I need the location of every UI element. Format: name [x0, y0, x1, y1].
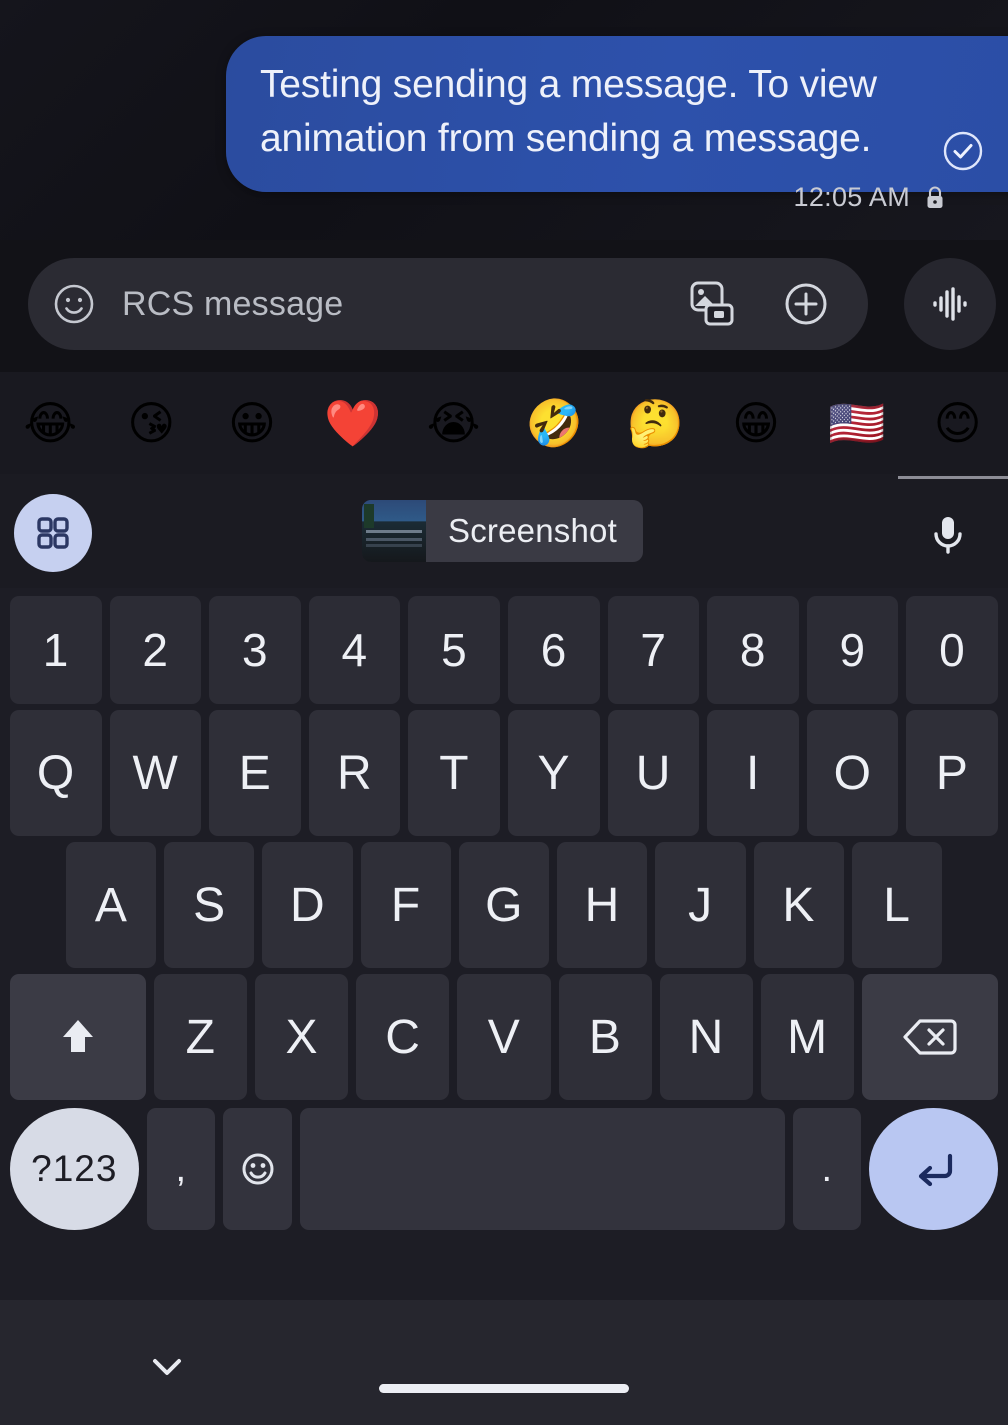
- message-row: Testing sending a message. To view anima…: [0, 0, 1008, 192]
- key-7[interactable]: 7: [607, 596, 700, 704]
- key-2[interactable]: 2: [109, 596, 202, 704]
- shift-arrow-icon: [52, 1011, 104, 1063]
- key-1[interactable]: 1: [10, 596, 102, 704]
- smiley-face-icon[interactable]: [50, 280, 98, 328]
- emoji-loudly-crying-face[interactable]: 😭: [403, 400, 504, 446]
- clipboard-suggestion-chip[interactable]: Screenshot: [362, 500, 643, 562]
- emoji-face-blowing-a-kiss[interactable]: 😘: [101, 400, 202, 446]
- enter-key[interactable]: [869, 1108, 998, 1230]
- dismiss-keyboard-button[interactable]: [145, 1352, 189, 1382]
- virtual-keyboard: 1 2 3 4 5 6 7 8 9 0 Q W E R T Y U I O P …: [0, 588, 1008, 1300]
- messaging-app-screen: Testing sending a message. To view anima…: [0, 0, 1008, 1425]
- key-5[interactable]: 5: [408, 596, 500, 704]
- key-3[interactable]: 3: [209, 596, 301, 704]
- key-p[interactable]: P: [906, 710, 998, 836]
- key-8[interactable]: 8: [707, 596, 799, 704]
- emoji-red-heart[interactable]: ❤️: [302, 400, 403, 446]
- voice-input-button[interactable]: [910, 494, 986, 572]
- key-o[interactable]: O: [806, 710, 899, 836]
- clipboard-chip-label: Screenshot: [448, 512, 617, 549]
- key-r[interactable]: R: [308, 710, 401, 836]
- key-b[interactable]: B: [558, 974, 652, 1100]
- message-input-field[interactable]: RCS message: [28, 258, 868, 350]
- key-j[interactable]: J: [655, 842, 746, 968]
- key-n[interactable]: N: [659, 974, 753, 1100]
- key-g[interactable]: G: [458, 842, 550, 968]
- key-c[interactable]: C: [356, 974, 450, 1100]
- keyboard-row-top: Q W E R T Y U I O P: [0, 704, 1008, 836]
- key-k[interactable]: K: [753, 842, 844, 968]
- key-0[interactable]: 0: [906, 596, 998, 704]
- emoji-rolling-on-the-floor-laughing[interactable]: 🤣: [504, 400, 605, 446]
- backspace-icon: [901, 1015, 959, 1059]
- key-f[interactable]: F: [360, 842, 451, 968]
- emoji-flag-united-states[interactable]: 🇺🇸: [806, 400, 907, 446]
- key-w[interactable]: W: [109, 710, 202, 836]
- message-meta: 12:05 AM: [794, 182, 946, 213]
- scroll-indicator: [898, 476, 1008, 479]
- emoji-key[interactable]: [223, 1108, 293, 1230]
- key-x[interactable]: X: [255, 974, 349, 1100]
- plus-circle-icon[interactable]: [780, 278, 832, 330]
- space-key[interactable]: [300, 1108, 785, 1230]
- emoji-keyboard-icon: [236, 1147, 280, 1191]
- key-6[interactable]: 6: [507, 596, 600, 704]
- app-grid-icon: [31, 511, 75, 555]
- keyboard-row-bottom-letters: Z X C V B N M: [0, 968, 1008, 1100]
- message-text: Testing sending a message. To view anima…: [260, 63, 877, 160]
- conversation-area: Testing sending a message. To view anima…: [0, 0, 1008, 240]
- emoji-suggestion-strip: 😂 😘 😀 ❤️ 😭 🤣 🤔 😁 🇺🇸 😊: [0, 372, 1008, 474]
- message-timestamp: 12:05 AM: [793, 182, 910, 212]
- key-a[interactable]: A: [66, 842, 157, 968]
- key-h[interactable]: H: [557, 842, 648, 968]
- symbols-key[interactable]: ?123: [10, 1108, 139, 1230]
- audio-waveform-icon: [922, 276, 978, 332]
- emoji-smiling-face-with-smiling-eyes[interactable]: 😊: [907, 400, 1008, 446]
- message-input-placeholder[interactable]: RCS message: [122, 285, 686, 324]
- key-i[interactable]: I: [707, 710, 799, 836]
- key-9[interactable]: 9: [806, 596, 899, 704]
- shift-key[interactable]: [10, 974, 146, 1100]
- enter-return-icon: [906, 1141, 962, 1197]
- key-t[interactable]: T: [408, 710, 500, 836]
- check-circle-icon: [942, 130, 984, 172]
- key-e[interactable]: E: [209, 710, 301, 836]
- key-y[interactable]: Y: [507, 710, 600, 836]
- key-m[interactable]: M: [760, 974, 854, 1100]
- key-d[interactable]: D: [262, 842, 353, 968]
- backspace-key[interactable]: [861, 974, 998, 1100]
- emoji-thinking-face[interactable]: 🤔: [605, 400, 706, 446]
- sent-message-bubble[interactable]: Testing sending a message. To view anima…: [226, 36, 1008, 192]
- compose-actions: [686, 278, 832, 330]
- emoji-beaming-face-with-smiling-eyes[interactable]: 😁: [706, 400, 807, 446]
- key-v[interactable]: V: [457, 974, 551, 1100]
- key-u[interactable]: U: [607, 710, 700, 836]
- home-gesture-bar[interactable]: [379, 1384, 629, 1393]
- chevron-down-icon: [145, 1352, 189, 1382]
- audio-waveform-button[interactable]: [904, 258, 996, 350]
- microphone-icon: [924, 509, 972, 557]
- keyboard-row-home: A S D F G H J K L: [0, 836, 1008, 968]
- keyboard-row-numbers: 1 2 3 4 5 6 7 8 9 0: [0, 588, 1008, 704]
- gallery-camera-icon[interactable]: [686, 278, 738, 330]
- emoji-grinning-face[interactable]: 😀: [202, 400, 303, 446]
- app-grid-button[interactable]: [14, 494, 92, 572]
- lock-icon: [924, 185, 946, 211]
- comma-key[interactable]: ,: [146, 1108, 216, 1230]
- key-l[interactable]: L: [851, 842, 942, 968]
- key-z[interactable]: Z: [153, 974, 248, 1100]
- key-4[interactable]: 4: [308, 596, 401, 704]
- period-key[interactable]: .: [792, 1108, 862, 1230]
- keyboard-row-modifiers: ?123 , .: [0, 1100, 1008, 1242]
- key-q[interactable]: Q: [10, 710, 102, 836]
- key-s[interactable]: S: [164, 842, 255, 968]
- clipboard-thumbnail: [362, 500, 426, 562]
- emoji-face-with-tears-of-joy[interactable]: 😂: [0, 400, 101, 446]
- compose-bar: RCS message: [0, 248, 1008, 360]
